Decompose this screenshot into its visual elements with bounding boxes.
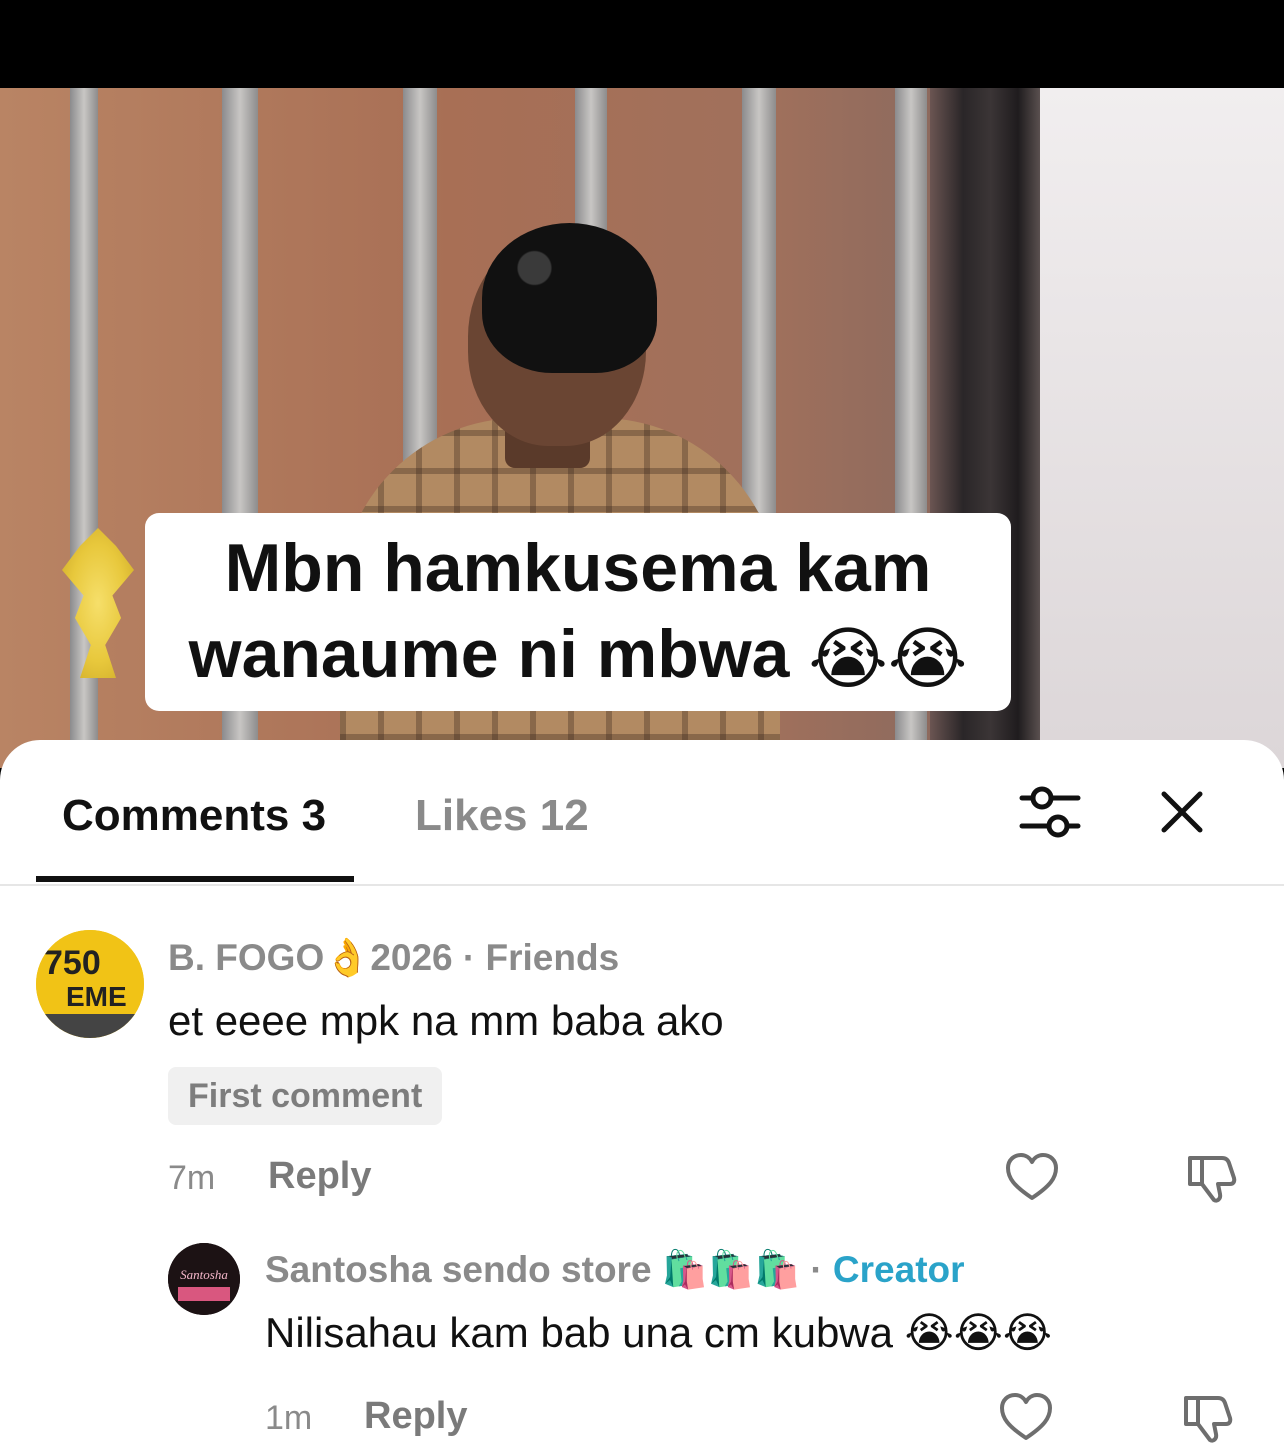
avatar[interactable]: Santosha	[168, 1243, 240, 1315]
crying-emoji: 😭😭😭	[904, 1309, 1052, 1356]
active-tab-indicator	[36, 876, 354, 882]
caption-line-2: wanaume ni mbwa 😭😭	[145, 611, 1011, 702]
heart-icon[interactable]	[1004, 1150, 1060, 1206]
video-caption: Mbn hamkusema kam wanaume ni mbwa 😭😭	[145, 513, 1011, 711]
tab-likes[interactable]: Likes 12	[415, 790, 589, 842]
first-comment-badge: First comment	[168, 1067, 443, 1125]
wall	[1040, 88, 1284, 768]
avatar-plate-line-2: EME	[66, 981, 127, 1012]
crying-emoji: 😭😭	[808, 621, 968, 698]
shopping-bags-emoji: 🛍️🛍️🛍️	[661, 1249, 801, 1290]
reply-button[interactable]: Reply	[364, 1394, 467, 1438]
person-hair	[482, 223, 657, 373]
dislike-icon[interactable]	[1180, 1390, 1236, 1446]
comments-sheet: Comments 3 Likes 12 750 EME B. FOGO👌2026…	[0, 740, 1284, 1446]
comment-username[interactable]: B. FOGO	[168, 937, 324, 978]
relation-label: · Friends	[462, 937, 620, 978]
close-icon[interactable]	[1158, 788, 1206, 836]
comment-username-suffix[interactable]: 2026	[370, 937, 452, 978]
relation-dot: ·	[810, 1249, 823, 1290]
caption-line-1: Mbn hamkusema kam	[224, 530, 932, 606]
comment-meta: B. FOGO👌2026 · Friends	[168, 936, 619, 980]
comment-username[interactable]: Santosha sendo store	[265, 1249, 652, 1290]
ok-hand-emoji: 👌	[324, 937, 371, 978]
comment-text: et eeee mpk na mm baba ako	[168, 997, 724, 1044]
status-bar	[0, 0, 1284, 88]
comment-time: 1m	[265, 1399, 313, 1437]
comment-meta: Santosha sendo store 🛍️🛍️🛍️ · Creator	[265, 1248, 965, 1292]
avatar-plate-line-1: 750	[44, 944, 101, 982]
creator-label: Creator	[832, 1249, 965, 1290]
heart-icon[interactable]	[998, 1390, 1054, 1446]
reply-button[interactable]: Reply	[268, 1154, 371, 1198]
store-avatar-image: Santosha	[168, 1243, 240, 1315]
caption-line-2-text: wanaume ni mbwa	[188, 616, 790, 692]
avatar-store-name: Santosha	[180, 1267, 228, 1282]
comment-time: 7m	[168, 1159, 216, 1197]
avatar[interactable]: 750 EME	[36, 930, 144, 1038]
comment-text: Nilisahau kam bab una cm kubwa 😭😭😭	[265, 1308, 1052, 1358]
dislike-icon[interactable]	[1184, 1150, 1240, 1206]
filter-sliders-icon[interactable]	[1018, 784, 1082, 840]
comment-text-body: Nilisahau kam bab una cm kubwa	[265, 1309, 893, 1356]
tab-bar: Comments 3 Likes 12	[0, 740, 1284, 886]
tab-comments[interactable]: Comments 3	[62, 790, 326, 842]
license-plate-avatar-image: 750 EME	[36, 930, 144, 1038]
video-preview[interactable]: Mbn hamkusema kam wanaume ni mbwa 😭😭	[0, 88, 1284, 768]
